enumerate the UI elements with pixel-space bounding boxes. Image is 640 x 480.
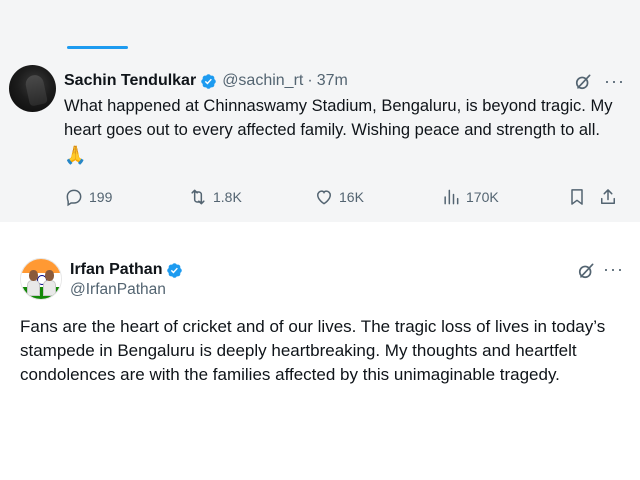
reply-button[interactable]: 199 [64, 183, 112, 211]
reply-count: 199 [89, 189, 113, 205]
tweet-card-sachin[interactable]: Sachin Tendulkar @sachin_rt · 37m ··· Wh… [0, 0, 640, 222]
tweet-card-irfan[interactable]: Irfan Pathan @IrfanPathan ··· Fans are t… [0, 240, 640, 480]
author-handle[interactable]: @IrfanPathan [70, 281, 166, 299]
like-button[interactable]: 16K [314, 183, 364, 211]
verified-badge-icon [167, 262, 183, 278]
repost-icon [191, 189, 205, 205]
views-icon [444, 189, 459, 205]
views-button[interactable]: 170K [441, 183, 499, 211]
repost-count: 1.8K [213, 189, 242, 205]
author-handle[interactable]: @sachin_rt [222, 72, 303, 90]
share-icon [601, 189, 615, 204]
tweet-text: Fans are the heart of cricket and of our… [20, 317, 606, 384]
heart-icon [316, 190, 332, 205]
dot-separator: · [307, 72, 313, 89]
tweet-actions: 199 1.8K 16K 170K [0, 183, 640, 211]
avatar-face-left [29, 270, 38, 281]
grok-icon[interactable] [573, 72, 593, 92]
bookmark-button[interactable] [567, 183, 587, 211]
grok-icon[interactable] [576, 261, 596, 281]
tweet-header: Sachin Tendulkar @sachin_rt · 37m [64, 70, 348, 92]
repost-button[interactable]: 1.8K [188, 183, 242, 211]
author-name[interactable]: Irfan Pathan [70, 261, 162, 279]
avatar[interactable] [9, 65, 56, 112]
more-icon[interactable]: ··· [604, 70, 626, 92]
avatar-figure-left [27, 280, 40, 296]
tab-indicator [67, 46, 128, 49]
like-count: 16K [339, 189, 364, 205]
share-button[interactable] [598, 183, 618, 211]
avatar-silhouette [24, 73, 48, 107]
avatar-figure-right [43, 280, 56, 296]
verified-badge-icon [201, 73, 216, 89]
folded-hands-emoji: 🙏 [64, 145, 87, 166]
reply-icon [66, 189, 82, 207]
avatar-face-right [45, 270, 54, 281]
timestamp[interactable]: 37m [317, 72, 348, 90]
more-icon[interactable]: ··· [603, 258, 625, 280]
bookmark-icon [571, 189, 583, 205]
tweet-text: What happened at Chinnaswamy Stadium, Be… [64, 97, 613, 139]
views-count: 170K [466, 189, 499, 205]
avatar[interactable] [20, 258, 62, 300]
tweet-header: Irfan Pathan [70, 259, 188, 281]
flag-saffron-band [21, 259, 61, 273]
author-name[interactable]: Sachin Tendulkar [64, 72, 196, 90]
